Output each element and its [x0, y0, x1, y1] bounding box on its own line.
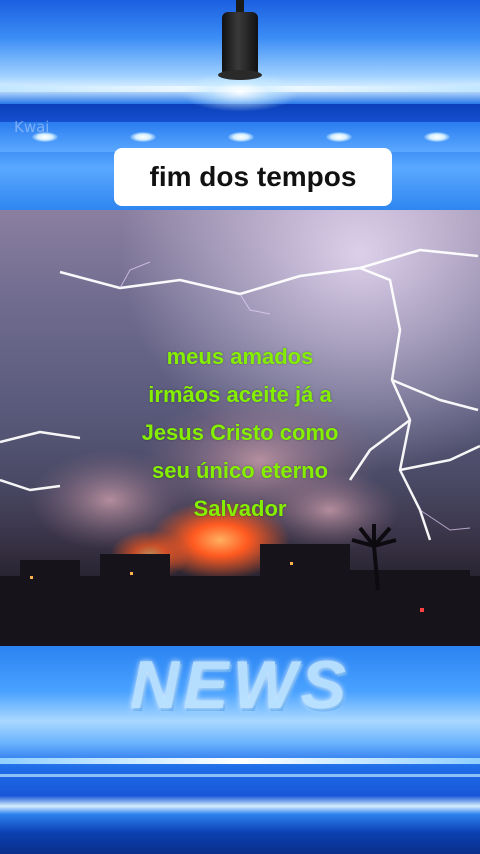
studio-bottom-backdrop: NEWS — [0, 646, 480, 854]
caption-line: Jesus Cristo como — [141, 420, 339, 445]
studio-lamp-rim — [218, 70, 262, 80]
video-caption: meus amados irmãos aceite já a Jesus Cri… — [100, 338, 380, 528]
watermark: Kwai — [14, 118, 50, 136]
spotlight — [228, 132, 254, 142]
caption-line: irmãos aceite já a — [148, 382, 332, 407]
spotlight — [424, 132, 450, 142]
spotlight — [326, 132, 352, 142]
caption-line: meus amados — [166, 344, 314, 369]
news-banner: NEWS — [130, 647, 350, 723]
spotlight — [130, 132, 156, 142]
caption-line: Salvador — [193, 496, 287, 521]
video-title: fim dos tempos — [114, 148, 392, 206]
caption-line: seu único eterno — [151, 458, 329, 483]
studio-lamp-body — [222, 12, 258, 74]
light-strip — [0, 758, 480, 764]
light-strip — [0, 774, 480, 777]
